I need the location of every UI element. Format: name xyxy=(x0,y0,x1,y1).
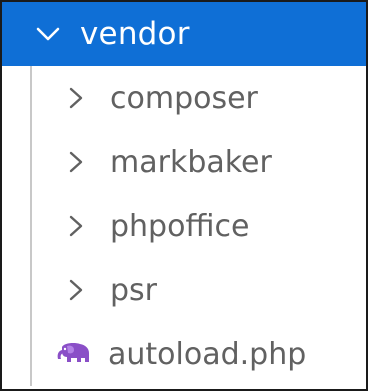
folder-label: composer xyxy=(110,80,258,116)
folder-children: composer markbaker phpoffice psr autoloa… xyxy=(2,66,366,386)
folder-phpoffice[interactable]: phpoffice xyxy=(2,194,366,258)
explorer-panel: vendor composer markbaker phpoffice psr … xyxy=(0,0,368,391)
folder-composer[interactable]: composer xyxy=(2,66,366,130)
chevron-right-icon xyxy=(66,212,86,240)
chevron-down-icon xyxy=(34,20,62,48)
file-label: autoload.php xyxy=(108,336,307,372)
chevron-right-icon xyxy=(66,148,86,176)
folder-vendor[interactable]: vendor xyxy=(2,2,366,66)
file-autoload-php[interactable]: autoload.php xyxy=(2,322,366,386)
folder-label: phpoffice xyxy=(110,208,250,244)
folder-label: vendor xyxy=(80,16,190,52)
chevron-right-icon xyxy=(66,276,86,304)
file-tree: vendor composer markbaker phpoffice psr … xyxy=(2,2,366,389)
folder-psr[interactable]: psr xyxy=(2,258,366,322)
folder-label: markbaker xyxy=(110,144,272,180)
chevron-right-icon xyxy=(66,84,86,112)
folder-markbaker[interactable]: markbaker xyxy=(2,130,366,194)
php-elephant-icon xyxy=(54,340,94,368)
folder-label: psr xyxy=(110,272,158,308)
